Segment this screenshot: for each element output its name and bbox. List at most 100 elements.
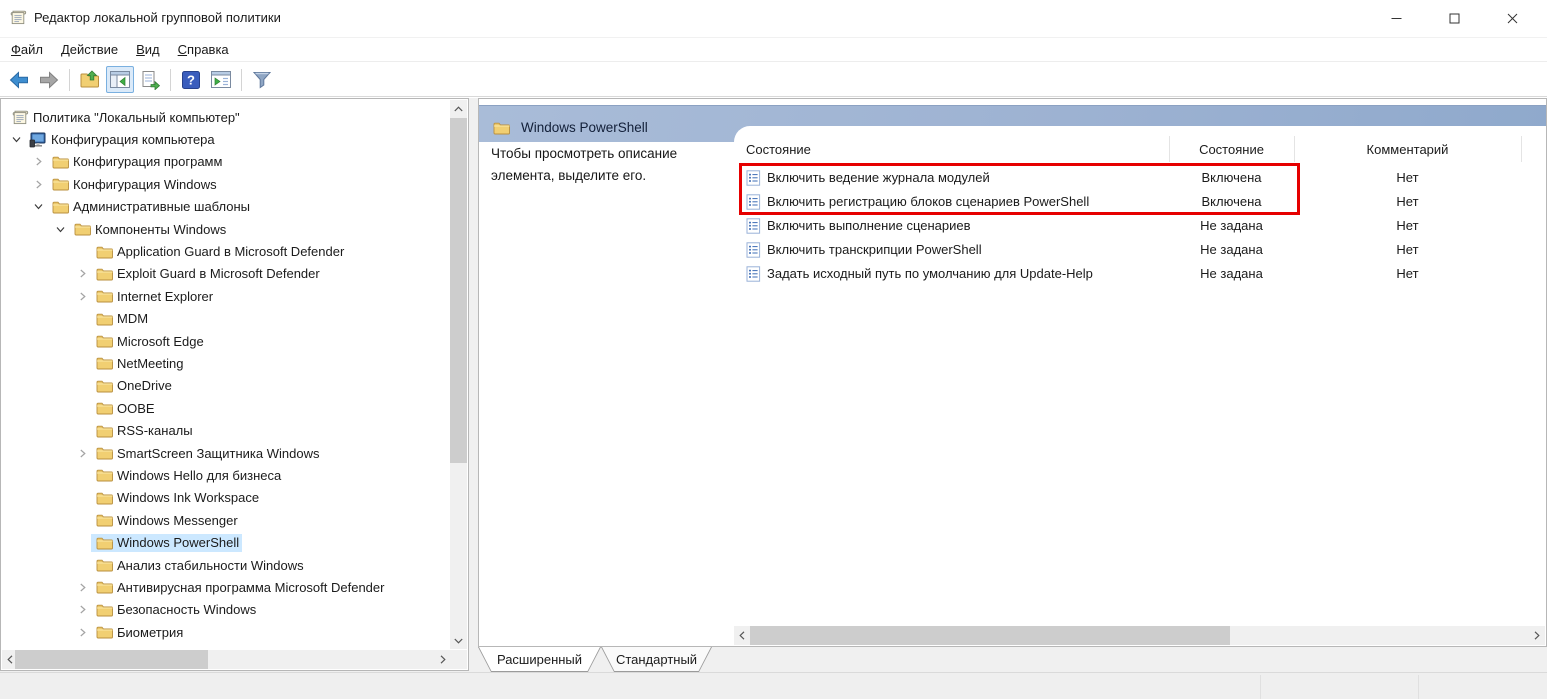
tree-item[interactable]: Анализ стабильности Windows [2, 554, 450, 576]
menu-help[interactable]: Справка [169, 39, 238, 60]
scroll-right-icon[interactable] [435, 650, 450, 669]
table-row[interactable]: Включить регистрацию блоков сценариев Po… [734, 190, 1545, 214]
gpedit-scroll-icon [10, 9, 28, 27]
tree-item[interactable]: Конфигурация компьютера [2, 128, 450, 150]
scroll-down-icon[interactable] [450, 632, 467, 649]
computer-icon [28, 132, 48, 148]
minimize-button[interactable] [1367, 0, 1425, 36]
tree-item[interactable]: Компоненты Windows [2, 218, 450, 240]
folder-icon [72, 221, 92, 237]
setting-name: Включить транскрипции PowerShell [767, 242, 982, 257]
tree-item[interactable]: OOBE [2, 397, 450, 419]
filter-button[interactable] [248, 66, 276, 93]
folder-icon [493, 121, 510, 135]
table-row[interactable]: Включить ведение журнала модулейВключена… [734, 166, 1545, 190]
column-header-setting[interactable]: Состояние [746, 138, 811, 161]
chevron-right-icon[interactable] [29, 154, 47, 170]
tree-item-label: Windows Ink Workspace [117, 490, 259, 505]
list-horizontal-scrollbar[interactable] [734, 626, 1545, 645]
tree-item[interactable]: Конфигурация программ [2, 151, 450, 173]
tree-hscroll-thumb[interactable] [15, 650, 208, 669]
up-one-level-button[interactable] [76, 66, 104, 93]
column-header-state[interactable]: Состояние [1169, 138, 1294, 161]
menu-accelerator: Ф [11, 42, 21, 57]
chevron-spacer [73, 490, 91, 506]
tree-item[interactable]: Политика "Локальный компьютер" [2, 106, 450, 128]
chevron-right-icon[interactable] [73, 579, 91, 595]
tab-label: Стандартный [601, 647, 712, 672]
list-hscroll-thumb[interactable] [750, 626, 1230, 645]
tree-item[interactable]: Антивирусная программа Microsoft Defende… [2, 576, 450, 598]
tree-item[interactable]: MDM [2, 308, 450, 330]
export-list-button[interactable] [136, 66, 164, 93]
tree-item-content: Антивирусная программа Microsoft Defende… [91, 578, 387, 596]
menu-accelerator: С [178, 42, 187, 57]
tree-item[interactable]: Exploit Guard в Microsoft Defender [2, 263, 450, 285]
tree-item[interactable]: Биометрия [2, 621, 450, 643]
tree-item[interactable]: Конфигурация Windows [2, 173, 450, 195]
tree-item[interactable]: Internet Explorer [2, 285, 450, 307]
help-button[interactable]: ? [177, 66, 205, 93]
chevron-right-icon[interactable] [29, 176, 47, 192]
close-button[interactable] [1483, 0, 1541, 36]
policy-setting-icon [746, 194, 761, 210]
forward-button[interactable] [35, 66, 63, 93]
chevron-down-icon[interactable] [7, 132, 25, 148]
back-button[interactable] [5, 66, 33, 93]
tree-item[interactable]: Безопасность Windows [2, 599, 450, 621]
tree-vertical-scrollbar[interactable] [450, 100, 467, 649]
tree-item-label: RSS-каналы [117, 423, 193, 438]
chevron-right-icon[interactable] [73, 602, 91, 618]
chevron-right-icon[interactable] [73, 288, 91, 304]
menu-file[interactable]: Файл [2, 39, 52, 60]
chevron-spacer [73, 400, 91, 416]
tree-item-label: Application Guard в Microsoft Defender [117, 244, 344, 259]
tree-item-label: Конфигурация компьютера [51, 132, 215, 147]
console-tree: Политика "Локальный компьютер" Конфигурац… [2, 100, 450, 649]
tree-item-content: Windows PowerShell [91, 534, 242, 552]
tab-extended[interactable]: Расширенный [478, 647, 601, 672]
table-row[interactable]: Включить выполнение сценариевНе заданаНе… [734, 214, 1545, 238]
table-row[interactable]: Включить транскрипции PowerShellНе задан… [734, 238, 1545, 262]
scroll-up-icon[interactable] [450, 100, 467, 117]
show-action-pane-button[interactable] [207, 66, 235, 93]
maximize-button[interactable] [1425, 0, 1483, 36]
tree-item[interactable]: Административные шаблоны [2, 196, 450, 218]
show-console-tree-button[interactable] [106, 66, 134, 93]
column-header-comment[interactable]: Комментарий [1294, 138, 1521, 161]
setting-comment: Нет [1294, 194, 1521, 209]
tab-standard[interactable]: Стандартный [601, 647, 712, 672]
tree-item[interactable]: SmartScreen Защитника Windows [2, 442, 450, 464]
setting-state: Включена [1169, 194, 1294, 209]
tree-item-label: Windows Hello для бизнеса [117, 468, 281, 483]
status-divider [1260, 675, 1261, 699]
chevron-right-icon[interactable] [73, 266, 91, 282]
tab-label: Расширенный [478, 647, 601, 672]
tree-horizontal-scrollbar[interactable] [2, 650, 450, 669]
chevron-down-icon[interactable] [29, 199, 47, 215]
tree-item-label: NetMeeting [117, 356, 183, 371]
chevron-right-icon[interactable] [73, 445, 91, 461]
tree-item[interactable]: Application Guard в Microsoft Defender [2, 240, 450, 262]
scroll-left-icon[interactable] [734, 626, 750, 645]
folder-icon [50, 154, 70, 170]
menu-action[interactable]: Действие [52, 39, 127, 60]
tree-item[interactable]: Windows PowerShell [2, 531, 450, 553]
tree-vscroll-thumb[interactable] [450, 118, 467, 463]
tree-item[interactable]: Windows Hello для бизнеса [2, 464, 450, 486]
folder-icon [94, 467, 114, 483]
tree-item[interactable]: Windows Messenger [2, 509, 450, 531]
menu-accelerator: В [136, 42, 145, 57]
tree-item[interactable]: OneDrive [2, 375, 450, 397]
tree-item[interactable]: RSS-каналы [2, 419, 450, 441]
window-controls [1367, 0, 1541, 36]
scroll-right-icon[interactable] [1529, 626, 1545, 645]
tree-item[interactable]: Windows Ink Workspace [2, 487, 450, 509]
table-row[interactable]: Задать исходный путь по умолчанию для Up… [734, 262, 1545, 286]
settings-panel: Windows PowerShell Чтобы просмотреть опи… [478, 98, 1547, 647]
tree-item[interactable]: NetMeeting [2, 352, 450, 374]
chevron-right-icon[interactable] [73, 624, 91, 640]
tree-item[interactable]: Microsoft Edge [2, 330, 450, 352]
chevron-down-icon[interactable] [51, 221, 69, 237]
menu-view[interactable]: Вид [127, 39, 169, 60]
